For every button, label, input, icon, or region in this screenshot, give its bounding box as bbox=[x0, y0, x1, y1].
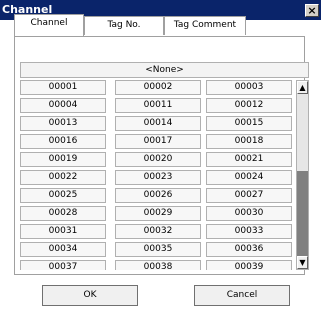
channel-cell[interactable]: 00033 bbox=[206, 224, 292, 239]
channel-cell[interactable]: 00014 bbox=[115, 116, 201, 131]
vertical-scrollbar[interactable]: ▲ ▼ bbox=[296, 80, 309, 270]
channel-cell[interactable]: 00017 bbox=[115, 134, 201, 149]
channel-cell[interactable]: 00011 bbox=[115, 98, 201, 113]
channel-cell[interactable]: 00023 bbox=[115, 170, 201, 185]
channel-cell[interactable]: 00012 bbox=[206, 98, 292, 113]
channel-cell[interactable]: 00024 bbox=[206, 170, 292, 185]
channel-cell[interactable]: 00039 bbox=[206, 260, 292, 270]
ok-button[interactable]: OK bbox=[42, 285, 138, 306]
tab-tag-no[interactable]: Tag No. bbox=[84, 16, 164, 35]
channel-cell[interactable]: 00027 bbox=[206, 188, 292, 203]
channel-cell[interactable]: 00031 bbox=[20, 224, 106, 239]
channel-cell[interactable]: 00022 bbox=[20, 170, 106, 185]
scroll-thumb[interactable] bbox=[297, 171, 308, 256]
channel-cell[interactable]: 00037 bbox=[20, 260, 106, 270]
channel-cell[interactable]: 00025 bbox=[20, 188, 106, 203]
channel-cell[interactable]: 00020 bbox=[115, 152, 201, 167]
cancel-button[interactable]: Cancel bbox=[194, 285, 290, 306]
channel-cell[interactable]: 00015 bbox=[206, 116, 292, 131]
tab-channel[interactable]: Channel bbox=[14, 14, 84, 36]
none-option-button[interactable]: <None> bbox=[20, 62, 309, 78]
channel-cell[interactable]: 00001 bbox=[20, 80, 106, 95]
close-button[interactable]: × bbox=[305, 4, 319, 17]
channel-cell[interactable]: 00035 bbox=[115, 242, 201, 257]
channel-cell[interactable]: 00018 bbox=[206, 134, 292, 149]
channel-cell[interactable]: 00026 bbox=[115, 188, 201, 203]
channel-cell[interactable]: 00034 bbox=[20, 242, 106, 257]
channel-cell[interactable]: 00029 bbox=[115, 206, 201, 221]
tab-tag-comment[interactable]: Tag Comment bbox=[164, 16, 246, 35]
channel-cell[interactable]: 00016 bbox=[20, 134, 106, 149]
channel-cell[interactable]: 00032 bbox=[115, 224, 201, 239]
channel-cell[interactable]: 00038 bbox=[115, 260, 201, 270]
channel-cell[interactable]: 00019 bbox=[20, 152, 106, 167]
channel-cell[interactable]: 00021 bbox=[206, 152, 292, 167]
channel-cell[interactable]: 00036 bbox=[206, 242, 292, 257]
channel-cell[interactable]: 00013 bbox=[20, 116, 106, 131]
channel-cell[interactable]: 00002 bbox=[115, 80, 201, 95]
down-arrow-icon[interactable]: ▼ bbox=[297, 256, 308, 269]
channel-cell[interactable]: 00030 bbox=[206, 206, 292, 221]
channel-cell[interactable]: 00028 bbox=[20, 206, 106, 221]
channel-grid: 00001 00002 00003 00004 00011 00012 00013 00014… bbox=[20, 80, 296, 270]
channel-cell[interactable]: 00004 bbox=[20, 98, 106, 113]
channel-cell[interactable]: 00003 bbox=[206, 80, 292, 95]
up-arrow-icon[interactable]: ▲ bbox=[297, 81, 308, 94]
